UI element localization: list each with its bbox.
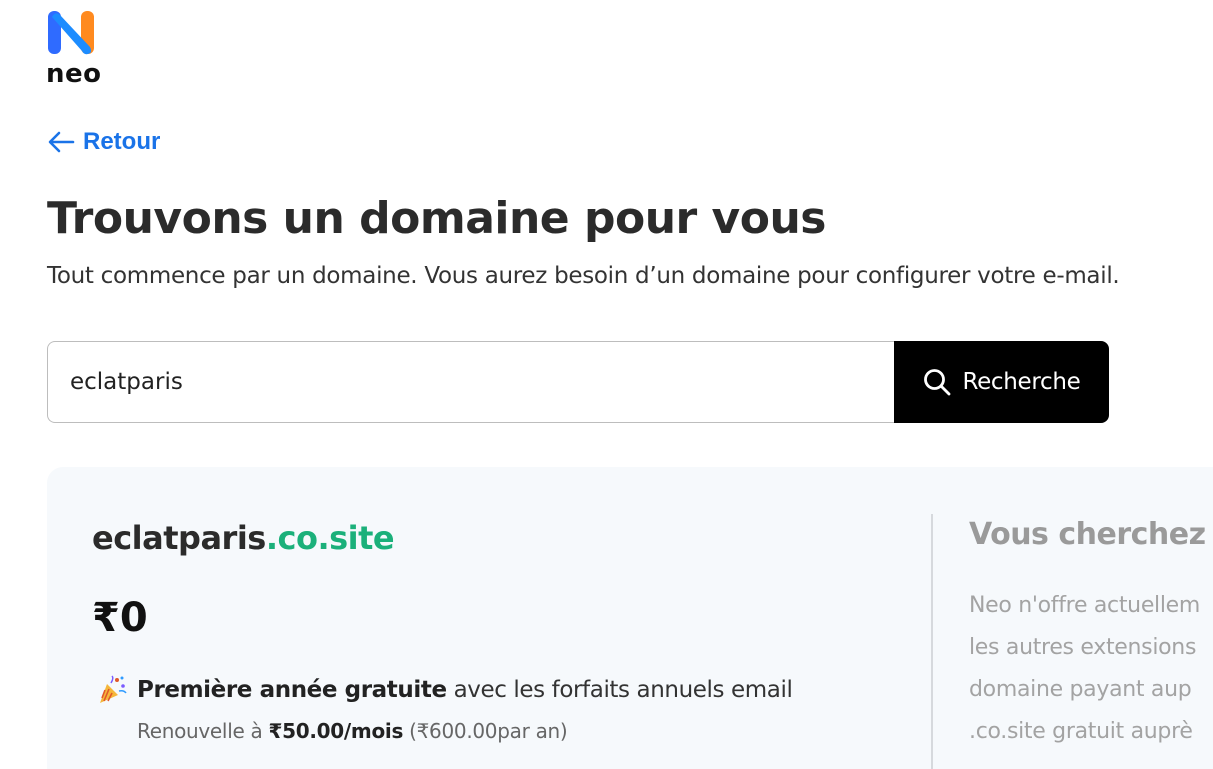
domain-search-bar: Recherche: [47, 341, 1109, 423]
domain-base: eclatparis: [92, 519, 266, 557]
side-line: .co.site gratuit auprè: [969, 719, 1193, 744]
promo-text: Première année gratuite avec les forfait…: [137, 677, 793, 703]
domain-tld: .co.site: [265, 519, 395, 557]
back-link[interactable]: Retour: [47, 128, 160, 156]
side-line: domaine payant aup: [969, 677, 1192, 702]
domain-name[interactable]: eclatparis.co.site: [92, 519, 395, 557]
search-button-label: Recherche: [962, 369, 1081, 395]
search-button[interactable]: Recherche: [894, 341, 1109, 423]
arrow-left-icon: [48, 131, 75, 153]
renewal-text: Renouvelle à ₹50.00/mois (₹600.00par an): [137, 719, 568, 743]
promo-highlight: Première année gratuite: [137, 677, 447, 703]
promo-rest: avec les forfaits annuels email: [453, 677, 793, 703]
neo-logo[interactable]: neo: [46, 9, 101, 89]
neo-logo-icon: [48, 11, 94, 55]
page: neo Retour Trouvons un domaine pour vous…: [0, 0, 1213, 769]
back-label: Retour: [83, 128, 161, 155]
renew-prefix: Renouvelle à: [137, 719, 263, 743]
page-title: Trouvons un domaine pour vous: [47, 193, 826, 244]
side-line: Neo n'offre actuellem: [969, 593, 1201, 618]
side-line: les autres extensions: [969, 635, 1197, 660]
logo-text: neo: [46, 59, 102, 89]
renew-price: ₹50.00/mois: [268, 719, 404, 743]
renew-annual: (₹600.00par an): [409, 719, 568, 743]
side-title: Vous cherchez u: [969, 517, 1213, 552]
panel-divider: [931, 514, 933, 769]
search-icon: [924, 369, 951, 396]
page-subtitle: Tout commence par un domaine. Vous aurez…: [47, 263, 1120, 289]
domain-price: ₹0: [92, 595, 148, 641]
side-description: Neo n'offre actuellem les autres extensi…: [969, 585, 1213, 753]
domain-search-input[interactable]: [47, 341, 894, 423]
domain-result-card: eclatparis.co.site ₹0 Première année gra…: [47, 467, 1213, 769]
party-popper-icon: [100, 675, 127, 703]
